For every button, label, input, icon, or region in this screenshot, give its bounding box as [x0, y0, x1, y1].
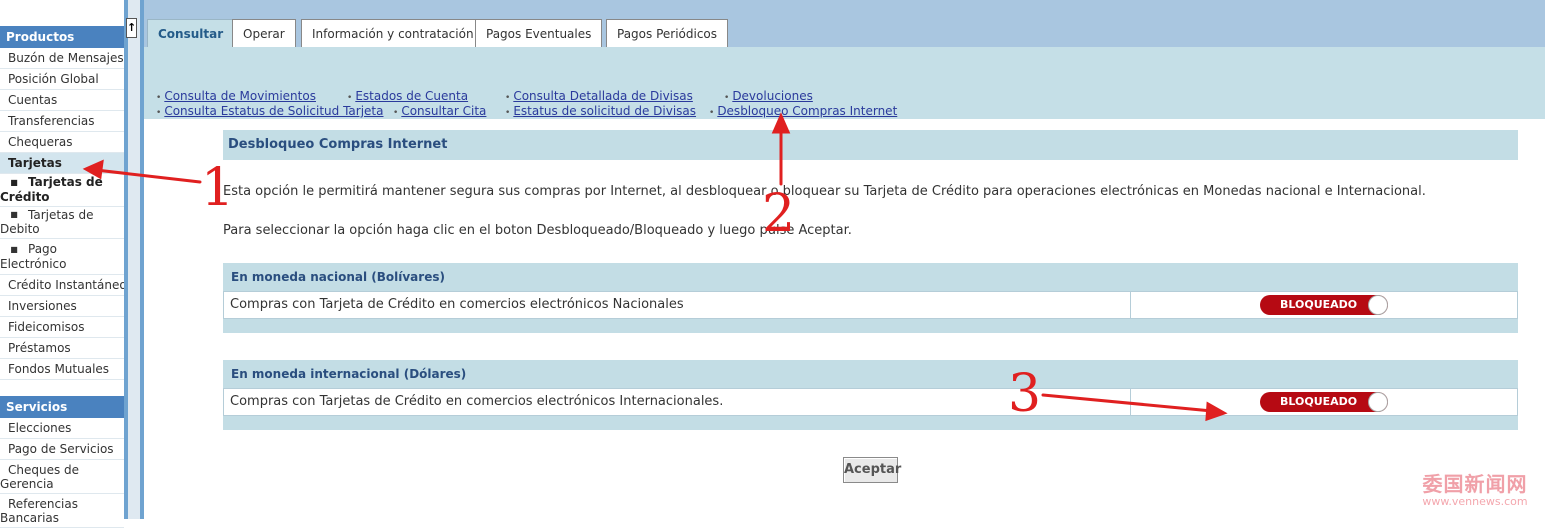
watermark-url: www.vennews.com [1422, 495, 1528, 508]
annotation-arrows [82, 112, 1228, 422]
watermark-logo: 委国新闻网 www.vennews.com [1410, 472, 1540, 508]
arrow-3-head [1205, 401, 1228, 422]
annotation-number-3: 3 [1008, 364, 1042, 424]
arrow-2-head [771, 112, 791, 134]
annotation-number-1: 1 [201, 158, 235, 218]
arrow-1-line [94, 168, 202, 184]
arrow-1-head [82, 159, 104, 180]
watermark-text: 委国新闻网 [1422, 472, 1528, 496]
annotation-number-2: 2 [762, 184, 796, 244]
arrow-3-line [1041, 393, 1214, 413]
